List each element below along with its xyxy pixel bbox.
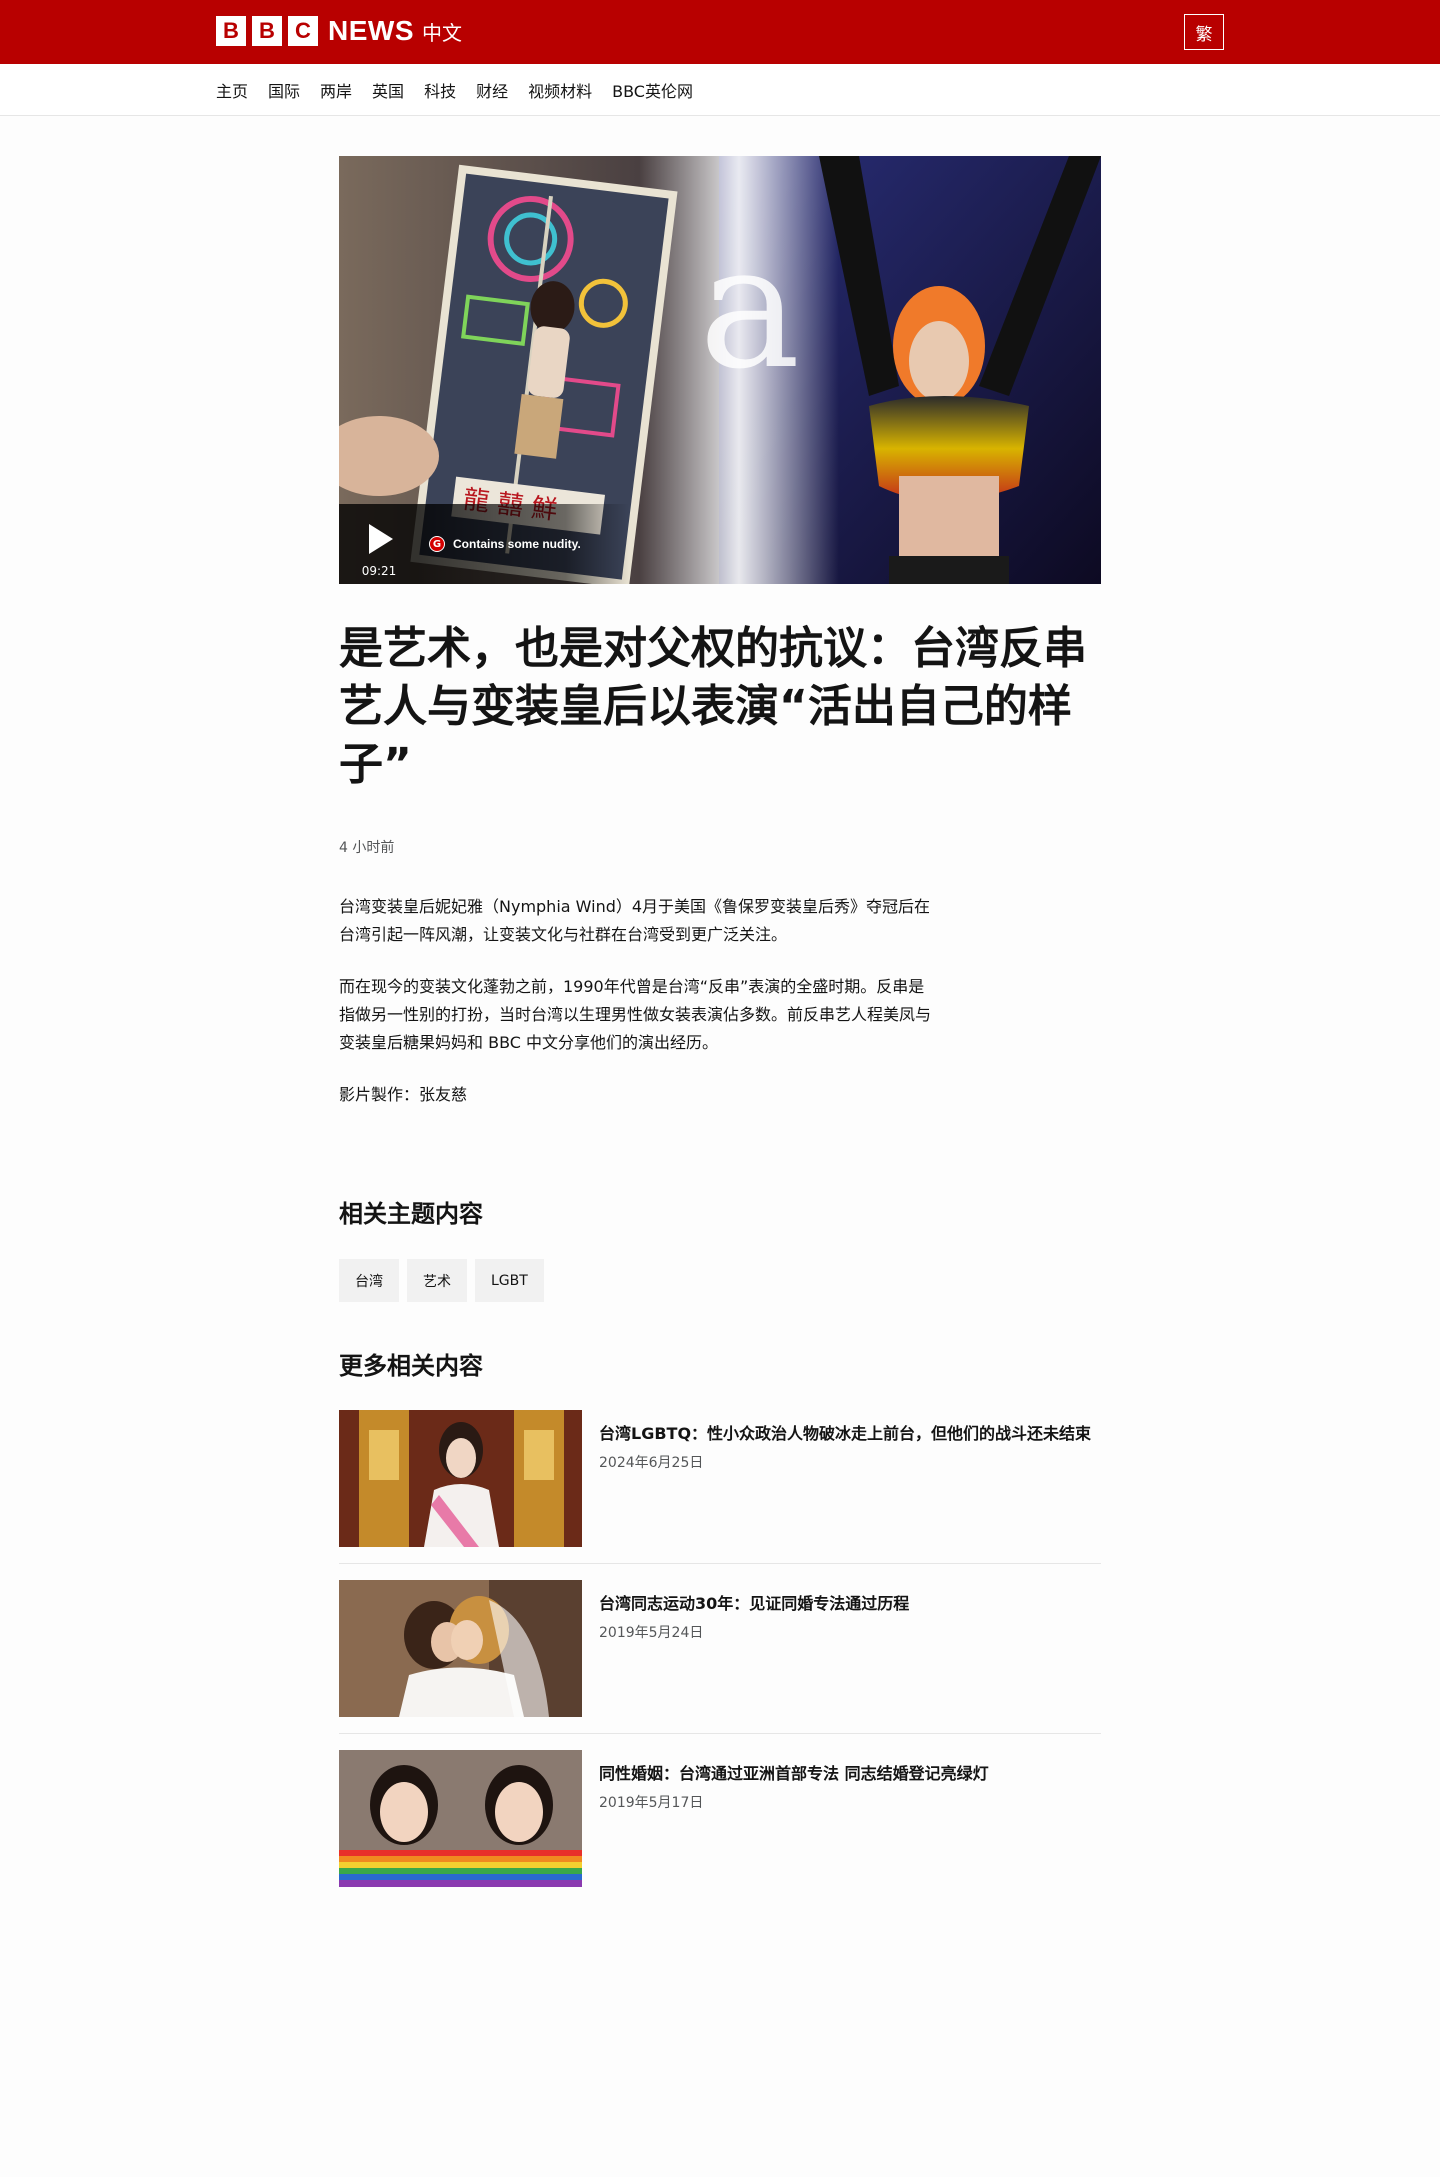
- main-nav: 主页 国际 两岸 英国 科技 财经 视频材料 BBC英伦网: [0, 64, 1440, 116]
- nav-item-home[interactable]: 主页: [216, 78, 248, 102]
- content-warning-text: Contains some nudity.: [453, 537, 581, 551]
- related-title-2[interactable]: 台湾同志运动30年：见证同婚专法通过历程: [599, 1590, 1099, 1614]
- related-thumbnail-1[interactable]: [339, 1410, 582, 1547]
- related-title-3[interactable]: 同性婚姻：台湾通过亚洲首部专法 同志结婚登记亮绿灯: [599, 1760, 1099, 1784]
- related-item: 同性婚姻：台湾通过亚洲首部专法 同志结婚登记亮绿灯 2019年5月17日: [339, 1750, 1101, 1887]
- bbc-news-logo[interactable]: B B C NEWS 中文: [216, 15, 462, 46]
- topic-tags: 台湾 艺术 LGBT: [339, 1259, 552, 1302]
- logo-letter-b1: B: [216, 16, 246, 46]
- related-title-1[interactable]: 台湾LGBTQ：性小众政治人物破冰走上前台，但他们的战斗还未结束: [599, 1420, 1099, 1444]
- logo-letter-c: C: [288, 16, 318, 46]
- divider: [339, 1733, 1101, 1734]
- nav-item-cross-strait[interactable]: 两岸: [320, 78, 352, 102]
- logo-letter-b2: B: [252, 16, 282, 46]
- related-thumbnail-2[interactable]: [339, 1580, 582, 1717]
- video-duration: 09:21: [361, 564, 397, 578]
- guidance-icon: G: [429, 536, 445, 552]
- hero-video[interactable]: a 龍 囍 鮮 09:21 G: [339, 156, 1101, 584]
- article-timestamp: 4 小时前: [339, 840, 395, 856]
- nav-item-uk[interactable]: 英国: [372, 78, 404, 102]
- tag-art[interactable]: 艺术: [407, 1259, 467, 1302]
- tag-lgbt[interactable]: LGBT: [475, 1259, 544, 1302]
- related-date-1: 2024年6月25日: [599, 1455, 704, 1471]
- article-headline: 是艺术，也是对父权的抗议：台湾反串艺人与变装皇后以表演“活出自己的样子”: [339, 623, 1087, 790]
- nav-item-video[interactable]: 视频材料: [528, 78, 592, 102]
- nav-item-bbc-uk-chinese[interactable]: BBC英伦网: [612, 78, 693, 102]
- related-item: 台湾同志运动30年：见证同婚专法通过历程 2019年5月24日: [339, 1580, 1101, 1717]
- nav-item-finance[interactable]: 财经: [476, 78, 508, 102]
- related-date-2: 2019年5月24日: [599, 1625, 704, 1641]
- svg-text:a: a: [699, 209, 800, 407]
- nav-item-tech[interactable]: 科技: [424, 78, 456, 102]
- related-date-3: 2019年5月17日: [599, 1795, 704, 1811]
- article-paragraph-1: 台湾变装皇后妮妃雅（Nymphia Wind）4月于美国《鲁保罗变装皇后秀》夺冠…: [339, 897, 931, 944]
- content-warning: G Contains some nudity.: [419, 504, 629, 584]
- traditional-chinese-toggle[interactable]: 繁: [1184, 14, 1224, 50]
- related-thumbnail-3[interactable]: [339, 1750, 582, 1887]
- article-paragraph-2: 而在现今的变装文化蓬勃之前，1990年代曾是台湾“反串”表演的全盛时期。反串是指…: [339, 977, 932, 1052]
- related-topics-title: 相关主题内容: [339, 1200, 483, 1228]
- divider: [339, 1563, 1101, 1564]
- top-bar: B B C NEWS 中文 繁: [0, 0, 1440, 64]
- more-related-title: 更多相关内容: [339, 1352, 483, 1380]
- logo-chinese-text: 中文: [422, 20, 462, 45]
- tag-taiwan[interactable]: 台湾: [339, 1259, 399, 1302]
- nav-item-international[interactable]: 国际: [268, 78, 300, 102]
- nav-list: 主页 国际 两岸 英国 科技 财经 视频材料 BBC英伦网: [216, 64, 713, 116]
- logo-news-text: NEWS: [328, 15, 414, 46]
- video-credit: 影片製作：张友慈: [339, 1085, 468, 1104]
- related-item: 台湾LGBTQ：性小众政治人物破冰走上前台，但他们的战斗还未结束 2024年6月…: [339, 1410, 1101, 1547]
- play-icon: [369, 524, 393, 554]
- play-button[interactable]: 09:21: [339, 504, 419, 584]
